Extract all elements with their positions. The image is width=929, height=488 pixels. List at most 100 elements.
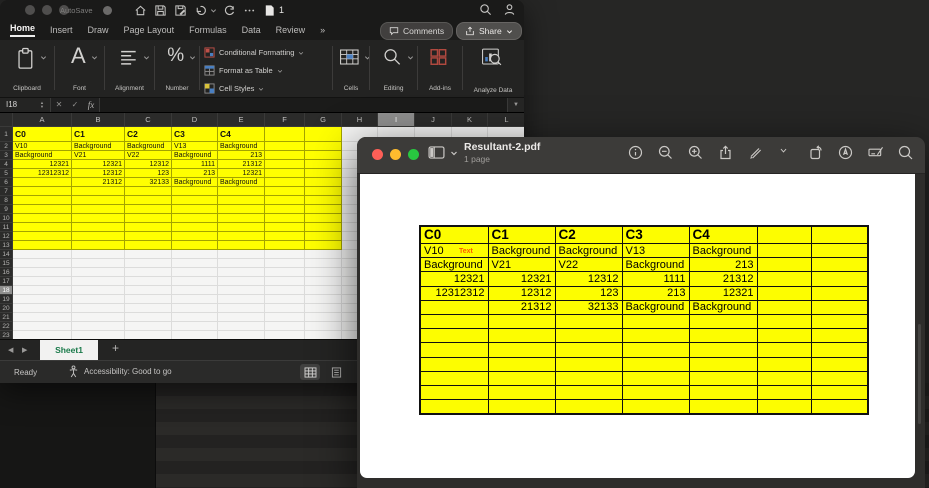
cell-F8[interactable] bbox=[265, 196, 305, 205]
cell-D4[interactable]: 1111 bbox=[172, 160, 218, 169]
row-header-3[interactable]: 3 bbox=[0, 151, 13, 160]
cell-E23[interactable] bbox=[218, 331, 265, 339]
row-header-4[interactable]: 4 bbox=[0, 160, 13, 169]
cell-G7[interactable] bbox=[305, 187, 342, 196]
cell-D10[interactable] bbox=[172, 214, 218, 223]
cell-D23[interactable] bbox=[172, 331, 218, 339]
cell-B23[interactable] bbox=[72, 331, 125, 339]
cell-G21[interactable] bbox=[305, 313, 342, 322]
cell-E8[interactable] bbox=[218, 196, 265, 205]
cell-B2[interactable]: Background bbox=[72, 142, 125, 151]
cell-A5[interactable]: 12312312 bbox=[13, 169, 72, 178]
info-icon[interactable] bbox=[628, 145, 643, 160]
cell-B10[interactable] bbox=[72, 214, 125, 223]
cell-E17[interactable] bbox=[218, 277, 265, 286]
cell-A2[interactable]: V10 bbox=[13, 142, 72, 151]
row-header-18[interactable]: 18 bbox=[0, 286, 13, 295]
next-sheet-icon[interactable]: ▶ bbox=[22, 346, 27, 354]
cell-G2[interactable] bbox=[305, 142, 342, 151]
tab-page-layout[interactable]: Page Layout bbox=[124, 25, 175, 35]
cell-C10[interactable] bbox=[125, 214, 172, 223]
column-header-C[interactable]: C bbox=[125, 113, 172, 127]
cell-A7[interactable] bbox=[13, 187, 72, 196]
row-header-17[interactable]: 17 bbox=[0, 277, 13, 286]
column-header-D[interactable]: D bbox=[172, 113, 218, 127]
cell-D7[interactable] bbox=[172, 187, 218, 196]
insert-function-icon[interactable]: fx bbox=[83, 98, 99, 112]
row-header-19[interactable]: 19 bbox=[0, 295, 13, 304]
cell-F2[interactable] bbox=[265, 142, 305, 151]
cell-B17[interactable] bbox=[72, 277, 125, 286]
cell-B12[interactable] bbox=[72, 232, 125, 241]
cell-F23[interactable] bbox=[265, 331, 305, 339]
chevron-down-icon[interactable] bbox=[778, 145, 793, 160]
cell-C4[interactable]: 12312 bbox=[125, 160, 172, 169]
cell-D3[interactable]: Background bbox=[172, 151, 218, 160]
cell-C20[interactable] bbox=[125, 304, 172, 313]
cell-A6[interactable] bbox=[13, 178, 72, 187]
tab-data[interactable]: Data bbox=[242, 25, 261, 35]
row-header-7[interactable]: 7 bbox=[0, 187, 13, 196]
cell-C8[interactable] bbox=[125, 196, 172, 205]
cell-G14[interactable] bbox=[305, 250, 342, 259]
cell-E4[interactable]: 21312 bbox=[218, 160, 265, 169]
cell-A20[interactable] bbox=[13, 304, 72, 313]
column-header-F[interactable]: F bbox=[265, 113, 305, 127]
rotate-icon[interactable] bbox=[808, 145, 823, 160]
cell-B20[interactable] bbox=[72, 304, 125, 313]
cell-A22[interactable] bbox=[13, 322, 72, 331]
cell-G5[interactable] bbox=[305, 169, 342, 178]
cell-C9[interactable] bbox=[125, 205, 172, 214]
cell-D21[interactable] bbox=[172, 313, 218, 322]
row-header-11[interactable]: 11 bbox=[0, 223, 13, 232]
cell-A12[interactable] bbox=[13, 232, 72, 241]
zoom-out-icon[interactable] bbox=[658, 145, 673, 160]
scrollbar[interactable] bbox=[918, 324, 921, 424]
cell-E20[interactable] bbox=[218, 304, 265, 313]
cell-E14[interactable] bbox=[218, 250, 265, 259]
cell-C23[interactable] bbox=[125, 331, 172, 339]
tab-home[interactable]: Home bbox=[10, 23, 35, 37]
name-box-stepper[interactable]: ▲▼ bbox=[40, 98, 51, 112]
cell-C5[interactable]: 123 bbox=[125, 169, 172, 178]
row-header-5[interactable]: 5 bbox=[0, 169, 13, 178]
cell-D13[interactable] bbox=[172, 241, 218, 250]
ribbon-group-clipboard[interactable]: Clipboard bbox=[0, 42, 54, 94]
cell-G18[interactable] bbox=[305, 286, 342, 295]
cell-F4[interactable] bbox=[265, 160, 305, 169]
close-button[interactable] bbox=[25, 5, 35, 15]
redo-icon[interactable] bbox=[223, 4, 236, 17]
cell-B8[interactable] bbox=[72, 196, 125, 205]
row-header-9[interactable]: 9 bbox=[0, 205, 13, 214]
cell-E13[interactable] bbox=[218, 241, 265, 250]
cell-E2[interactable]: Background bbox=[218, 142, 265, 151]
row-header-2[interactable]: 2 bbox=[0, 142, 13, 151]
cell-A15[interactable] bbox=[13, 259, 72, 268]
row-header-15[interactable]: 15 bbox=[0, 259, 13, 268]
cell-C18[interactable] bbox=[125, 286, 172, 295]
cell-F22[interactable] bbox=[265, 322, 305, 331]
column-header-H[interactable]: H bbox=[342, 113, 378, 127]
enter-icon[interactable]: ✓ bbox=[67, 98, 83, 112]
row-header-10[interactable]: 10 bbox=[0, 214, 13, 223]
document-icon[interactable] bbox=[263, 4, 276, 17]
cell-C17[interactable] bbox=[125, 277, 172, 286]
cell-G13[interactable] bbox=[305, 241, 342, 250]
cell-A13[interactable] bbox=[13, 241, 72, 250]
cell-F15[interactable] bbox=[265, 259, 305, 268]
cell-F14[interactable] bbox=[265, 250, 305, 259]
cell-B9[interactable] bbox=[72, 205, 125, 214]
cell-C12[interactable] bbox=[125, 232, 172, 241]
cell-D20[interactable] bbox=[172, 304, 218, 313]
cell-C7[interactable] bbox=[125, 187, 172, 196]
cell-G4[interactable] bbox=[305, 160, 342, 169]
cell-C15[interactable] bbox=[125, 259, 172, 268]
column-header-J[interactable]: J bbox=[415, 113, 452, 127]
cell-B5[interactable]: 12312 bbox=[72, 169, 125, 178]
cell-D6[interactable]: Background bbox=[172, 178, 218, 187]
page-layout-view-button[interactable] bbox=[326, 364, 346, 380]
row-header-20[interactable]: 20 bbox=[0, 304, 13, 313]
cell-A23[interactable] bbox=[13, 331, 72, 339]
cell-D2[interactable]: V13 bbox=[172, 142, 218, 151]
cell-G10[interactable] bbox=[305, 214, 342, 223]
